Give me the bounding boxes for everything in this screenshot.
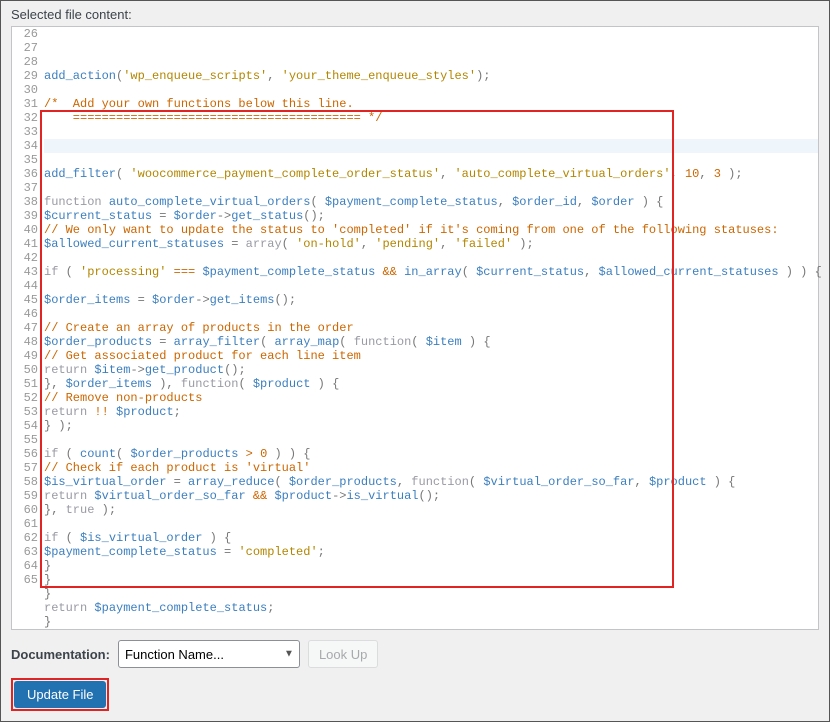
code-line[interactable] xyxy=(44,279,818,293)
code-line[interactable]: ========================================… xyxy=(44,111,818,125)
code-line[interactable]: // Create an array of products in the or… xyxy=(44,321,818,335)
update-file-button[interactable]: Update File xyxy=(14,681,106,708)
code-line[interactable]: $allowed_current_statuses = array( 'on-h… xyxy=(44,237,818,251)
code-line[interactable]: // Remove non-products xyxy=(44,391,818,405)
code-line[interactable]: $order_items = $order->get_items(); xyxy=(44,293,818,307)
code-line[interactable]: $payment_complete_status = 'completed'; xyxy=(44,545,818,559)
code-line[interactable]: if ( count( $order_products > 0 ) ) { xyxy=(44,447,818,461)
code-line[interactable]: $is_virtual_order = array_reduce( $order… xyxy=(44,475,818,489)
code-line[interactable] xyxy=(44,433,818,447)
code-line[interactable]: } ); xyxy=(44,419,818,433)
code-line[interactable] xyxy=(44,517,818,531)
code-line[interactable]: } xyxy=(44,573,818,587)
code-line[interactable]: return $item->get_product(); xyxy=(44,363,818,377)
code-line[interactable]: // We only want to update the status to … xyxy=(44,223,818,237)
code-line[interactable]: /* Add your own functions below this lin… xyxy=(44,97,818,111)
code-line[interactable] xyxy=(44,125,818,139)
code-line[interactable]: function auto_complete_virtual_orders( $… xyxy=(44,195,818,209)
code-line[interactable]: } xyxy=(44,615,818,629)
code-line[interactable] xyxy=(44,307,818,321)
function-name-select[interactable]: Function Name... xyxy=(118,640,300,668)
update-button-highlight: Update File xyxy=(11,678,109,711)
code-line[interactable] xyxy=(44,181,818,195)
documentation-label: Documentation: xyxy=(11,647,110,662)
code-editor[interactable]: 2627282930313233343536373839404142434445… xyxy=(11,26,819,630)
code-line[interactable]: } xyxy=(44,587,818,601)
code-line[interactable]: } xyxy=(44,559,818,573)
code-line[interactable]: $current_status = $order->get_status(); xyxy=(44,209,818,223)
code-line[interactable]: return $payment_complete_status; xyxy=(44,601,818,615)
code-line[interactable]: // Get associated product for each line … xyxy=(44,349,818,363)
code-line[interactable]: if ( $is_virtual_order ) { xyxy=(44,531,818,545)
code-line[interactable]: }, $order_items ), function( $product ) … xyxy=(44,377,818,391)
code-line[interactable] xyxy=(44,83,818,97)
code-line[interactable]: // Check if each product is 'virtual' xyxy=(44,461,818,475)
code-line[interactable]: if ( 'processing' === $payment_complete_… xyxy=(44,265,818,279)
code-area[interactable]: add_action('wp_enqueue_scripts', 'your_t… xyxy=(42,27,818,629)
lookup-button[interactable]: Look Up xyxy=(308,640,378,668)
code-line[interactable]: return $virtual_order_so_far && $product… xyxy=(44,489,818,503)
code-line[interactable]: return !! $product; xyxy=(44,405,818,419)
code-line[interactable]: add_action('wp_enqueue_scripts', 'your_t… xyxy=(44,69,818,83)
file-content-header: Selected file content: xyxy=(1,1,829,26)
code-line[interactable]: $order_products = array_filter( array_ma… xyxy=(44,335,818,349)
code-line[interactable] xyxy=(44,139,818,153)
code-line[interactable]: add_filter( 'woocommerce_payment_complet… xyxy=(44,167,818,181)
code-line[interactable] xyxy=(44,251,818,265)
line-gutter: 2627282930313233343536373839404142434445… xyxy=(12,27,42,587)
code-line[interactable]: }, true ); xyxy=(44,503,818,517)
code-line[interactable] xyxy=(44,153,818,167)
